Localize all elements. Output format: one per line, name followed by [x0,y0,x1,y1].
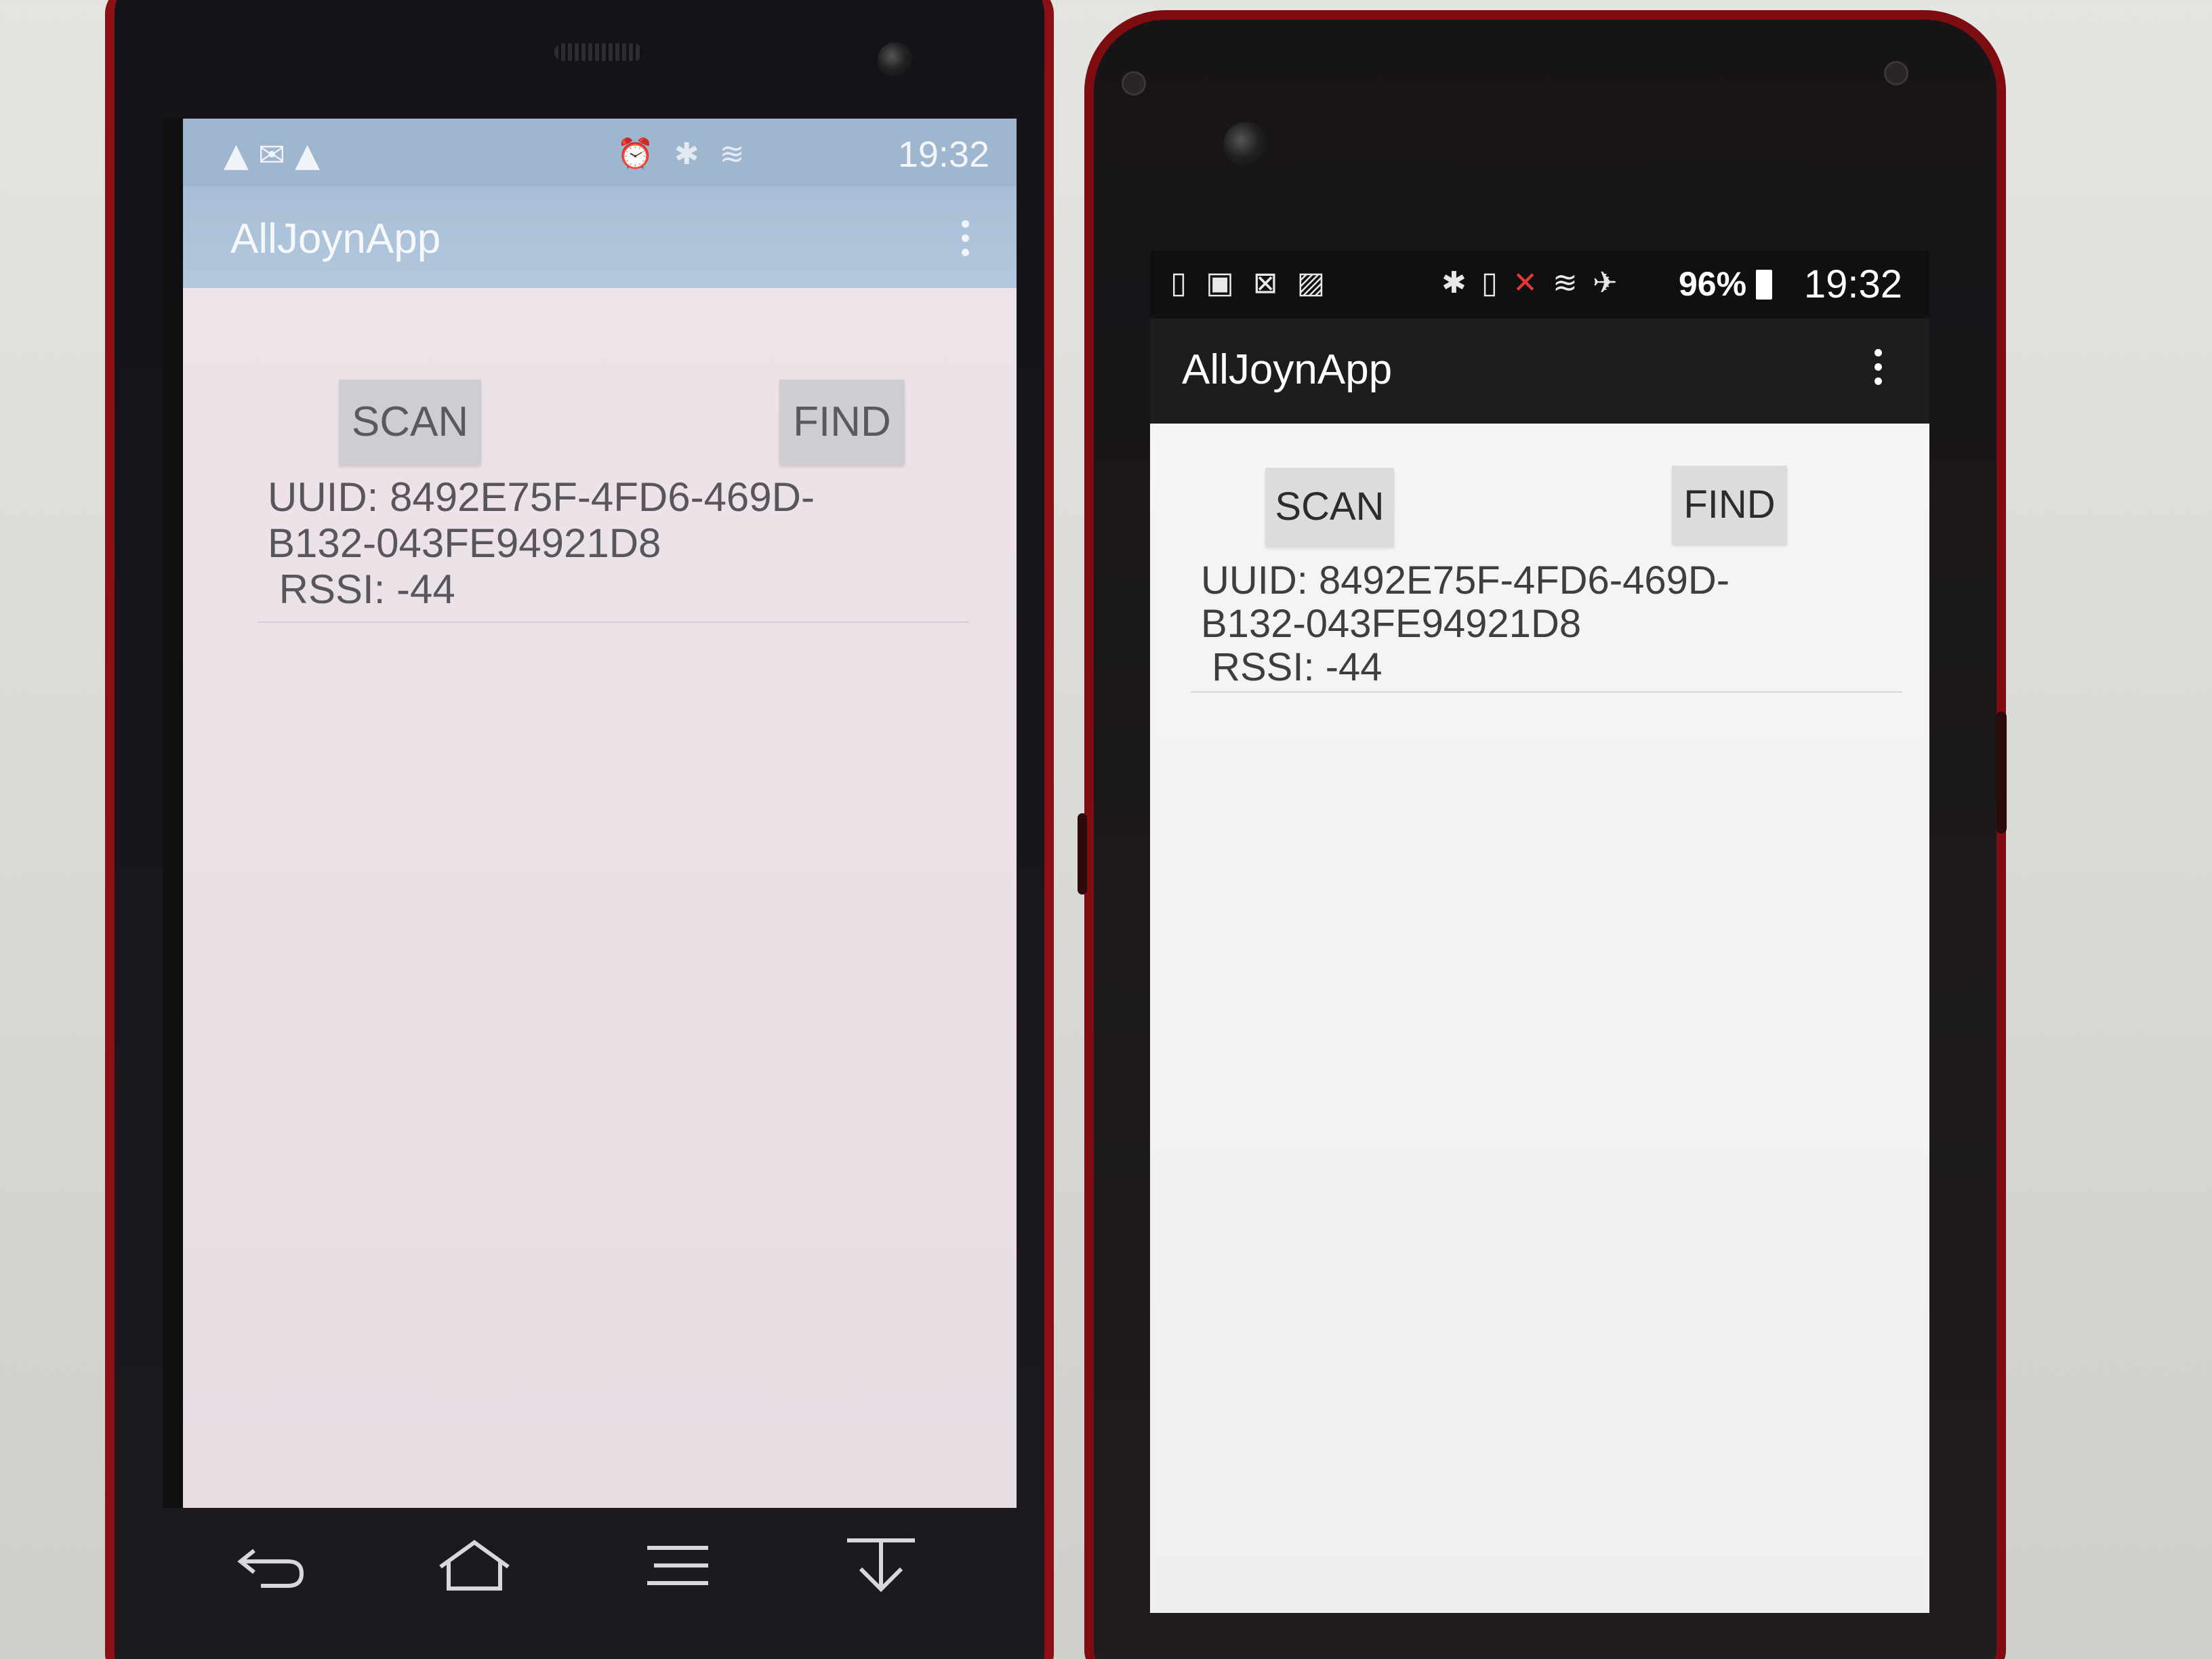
warning-icon: ▲ [224,136,258,174]
left-app-bar: AllJoynApp [183,186,1017,288]
inbox-icon: ⊠ [1252,266,1297,300]
overflow-menu-icon[interactable] [1875,349,1882,385]
left-screen: ▲✉▲ ⏰✱≋ 19:32 AllJoynApp SCAN FIND UUID:… [163,119,1017,1508]
alarm-icon: ⏰ [617,137,674,171]
rssi-value: RSSI: -44 [1201,645,1382,689]
list-divider [1191,691,1902,693]
left-status-icons: ▲✉▲ [224,136,329,174]
rssi-value: RSSI: -44 [268,567,455,612]
wifi-icon: ≋ [1552,266,1593,300]
screw [1122,71,1146,96]
scan-button[interactable]: SCAN [1265,468,1394,546]
find-button[interactable]: FIND [1672,466,1787,544]
front-camera [1223,122,1268,167]
airplane-icon: ✈ [1592,266,1633,300]
battery-icon [1755,270,1772,300]
notification-pull-icon[interactable] [840,1535,922,1596]
right-status-bar: ▯▣⊠▨ ✱▯✕≋✈ 96% 19:32 [1150,251,1929,319]
app-title: AllJoynApp [1182,346,1393,393]
bluetooth-icon: ✱ [674,137,720,171]
no-sim-icon: ✕ [1513,266,1553,300]
menu-icon[interactable] [637,1535,718,1596]
warning-icon: ▲ [295,136,330,174]
scan-button[interactable]: SCAN [339,380,481,464]
photos-icon: ▣ [1206,266,1253,300]
right-content: SCAN FIND UUID: 8492E75F-4FD6-469D- B132-… [1150,424,1929,1613]
battery-percent: 96% [1679,265,1747,303]
side-button [1078,813,1087,895]
app-title: AllJoynApp [230,216,441,262]
uuid-line-2: B132-043FE94921D8 [268,520,661,566]
overflow-menu-icon[interactable] [962,220,969,256]
mail-icon: ✉ [258,136,295,174]
uuid-line-1: UUID: 8492E75F-4FD6-469D- [1201,558,1730,602]
left-nav-bar [169,1518,983,1613]
right-status-icons: ▯▣⊠▨ [1170,266,1344,300]
screw [1884,61,1908,85]
battery-level: 96% [1679,264,1772,304]
right-app-bar: AllJoynApp [1150,319,1929,424]
scan-result-item[interactable]: UUID: 8492E75F-4FD6-469D- B132-043FE94921… [268,474,815,613]
side-button [1996,712,2007,834]
uuid-line-2: B132-043FE94921D8 [1201,602,1582,646]
wifi-icon: ≋ [719,137,765,171]
status-time: 19:32 [897,134,989,175]
front-camera [878,42,913,77]
find-button[interactable]: FIND [779,380,905,464]
earpiece-grille [554,43,642,61]
left-status-bar: ▲✉▲ ⏰✱≋ 19:32 [183,119,1017,186]
uuid-line-1: UUID: 8492E75F-4FD6-469D- [268,474,815,520]
vibrate-icon: ▯ [1481,266,1513,300]
back-icon[interactable] [230,1535,312,1596]
status-time: 19:32 [1803,262,1902,306]
screen-rotate-icon: ▯ [1170,266,1206,300]
right-status-icons-right: ✱▯✕≋✈ [1441,266,1633,300]
left-status-icons-right: ⏰✱≋ [617,136,765,171]
bluetooth-icon: ✱ [1441,266,1481,300]
list-divider [258,621,969,623]
image-icon: ▨ [1296,266,1345,300]
home-icon[interactable] [434,1535,515,1596]
scan-result-item[interactable]: UUID: 8492E75F-4FD6-469D- B132-043FE94921… [1201,559,1729,689]
